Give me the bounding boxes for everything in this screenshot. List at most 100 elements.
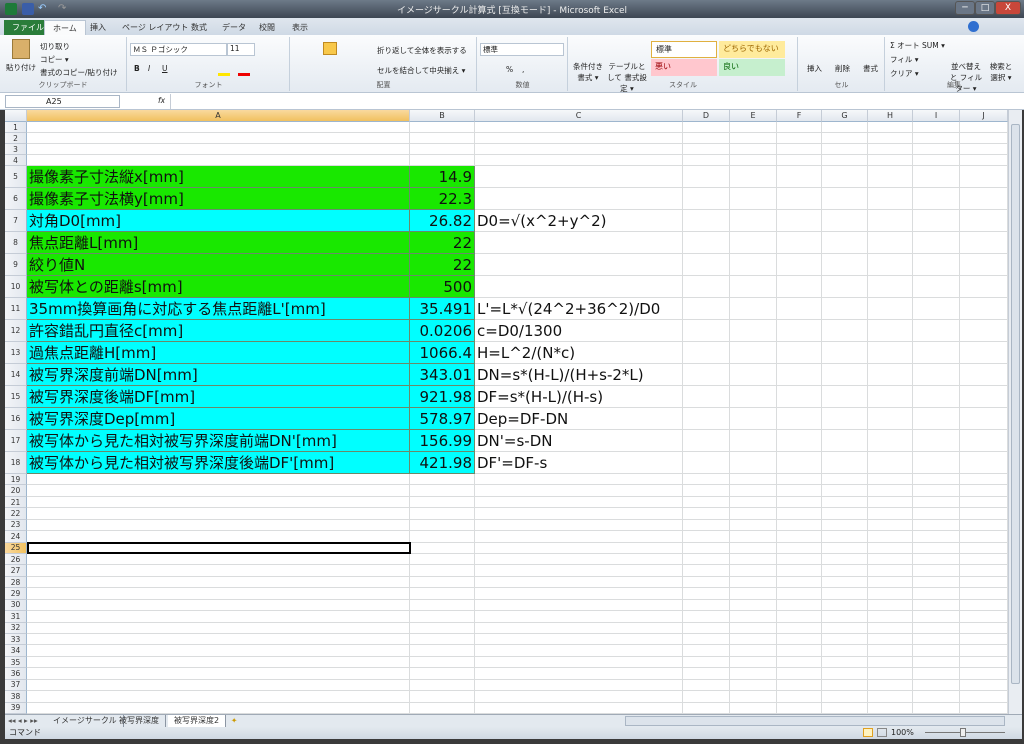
cell-J32[interactable]	[960, 622, 1008, 634]
row-header-27[interactable]: 27	[5, 565, 27, 577]
italic-button[interactable]: I	[148, 64, 150, 73]
cell-E19[interactable]	[730, 474, 777, 486]
cell-C28[interactable]	[475, 576, 683, 589]
style-good[interactable]: 良い	[719, 59, 785, 76]
row-header-5[interactable]: 5	[5, 166, 27, 188]
cell-H14[interactable]	[868, 364, 913, 386]
row-header-32[interactable]: 32	[5, 622, 27, 634]
cell-H18[interactable]	[868, 452, 913, 474]
row-header-17[interactable]: 17	[5, 430, 27, 452]
cell-D10[interactable]	[683, 276, 730, 298]
cell-G35[interactable]	[822, 656, 868, 669]
cell-I5[interactable]	[913, 166, 960, 188]
cell-F26[interactable]	[777, 554, 822, 566]
cell-D27[interactable]	[683, 565, 730, 577]
cell-F33[interactable]	[777, 634, 822, 646]
cell-J30[interactable]	[960, 599, 1008, 612]
copy-button[interactable]: コピー ▾	[40, 54, 69, 65]
cell-A1[interactable]	[27, 122, 410, 133]
cell-D36[interactable]	[683, 668, 730, 680]
cell-F23[interactable]	[777, 519, 822, 532]
bold-button[interactable]: B	[134, 64, 140, 73]
cell-G14[interactable]	[822, 364, 868, 386]
row-header-35[interactable]: 35	[5, 656, 27, 669]
cell-D1[interactable]	[683, 122, 730, 133]
cell-B17[interactable]: 156.99	[410, 430, 475, 452]
cell-F34[interactable]	[777, 645, 822, 657]
cell-C22[interactable]	[475, 508, 683, 520]
cell-H16[interactable]	[868, 408, 913, 430]
font-size-select[interactable]: 11	[227, 43, 255, 56]
cell-B31[interactable]	[410, 611, 475, 623]
cell-J21[interactable]	[960, 496, 1008, 509]
cell-C37[interactable]	[475, 679, 683, 692]
cell-D32[interactable]	[683, 622, 730, 634]
row-header-24[interactable]: 24	[5, 531, 27, 543]
tab-review[interactable]: 校閲	[251, 20, 283, 35]
cell-D26[interactable]	[683, 554, 730, 566]
cell-J4[interactable]	[960, 155, 1008, 166]
close-button[interactable]: X	[995, 1, 1021, 15]
cell-I36[interactable]	[913, 668, 960, 680]
cell-A27[interactable]	[27, 565, 410, 577]
insert-cells-button[interactable]: 挿入	[807, 63, 822, 74]
cell-H12[interactable]	[868, 320, 913, 342]
cell-D3[interactable]	[683, 144, 730, 155]
cell-D21[interactable]	[683, 496, 730, 509]
column-header-G[interactable]: G	[822, 110, 868, 122]
cell-F35[interactable]	[777, 656, 822, 669]
cell-B20[interactable]	[410, 485, 475, 497]
cell-J8[interactable]	[960, 232, 1008, 254]
cell-C39[interactable]	[475, 702, 683, 714]
selected-cell-A25[interactable]	[27, 541, 411, 554]
cell-D14[interactable]	[683, 364, 730, 386]
cell-F36[interactable]	[777, 668, 822, 680]
cell-G32[interactable]	[822, 622, 868, 634]
cell-J10[interactable]	[960, 276, 1008, 298]
cell-F22[interactable]	[777, 508, 822, 520]
row-header-14[interactable]: 14	[5, 364, 27, 386]
worksheet-grid[interactable]: A B C D E F G H I J 1 2 3 4 5 撮像素子寸法縦x[mm] 14.9 6 撮像素子寸法横y…	[5, 110, 1022, 714]
horizontal-scrollbar[interactable]	[625, 716, 1005, 726]
cell-I3[interactable]	[913, 144, 960, 155]
row-header-39[interactable]: 39	[5, 702, 27, 714]
cell-C18[interactable]: DF'=DF-s	[475, 452, 683, 474]
cell-B29[interactable]	[410, 588, 475, 600]
cell-D13[interactable]	[683, 342, 730, 364]
cell-H25[interactable]	[868, 542, 913, 554]
zoom-level[interactable]: 100%	[891, 727, 914, 739]
column-header-I[interactable]: I	[913, 110, 960, 122]
cell-C34[interactable]	[475, 645, 683, 657]
cell-G31[interactable]	[822, 611, 868, 623]
cell-H22[interactable]	[868, 508, 913, 520]
row-header-21[interactable]: 21	[5, 496, 27, 509]
cell-J14[interactable]	[960, 364, 1008, 386]
cell-A2[interactable]	[27, 133, 410, 144]
formula-input[interactable]	[170, 94, 1005, 109]
cell-B11[interactable]: 35.491	[410, 298, 475, 320]
cell-F12[interactable]	[777, 320, 822, 342]
cell-I24[interactable]	[913, 531, 960, 543]
cell-J24[interactable]	[960, 531, 1008, 543]
cell-I11[interactable]	[913, 298, 960, 320]
cell-F25[interactable]	[777, 542, 822, 554]
cell-D28[interactable]	[683, 576, 730, 589]
row-header-4[interactable]: 4	[5, 155, 27, 166]
cell-H24[interactable]	[868, 531, 913, 543]
cell-B38[interactable]	[410, 691, 475, 703]
cell-G33[interactable]	[822, 634, 868, 646]
cell-F10[interactable]	[777, 276, 822, 298]
cell-E1[interactable]	[730, 122, 777, 133]
cell-J19[interactable]	[960, 474, 1008, 486]
cell-B23[interactable]	[410, 519, 475, 532]
column-header-F[interactable]: F	[777, 110, 822, 122]
normal-view-icon[interactable]	[863, 728, 873, 737]
cell-C38[interactable]	[475, 691, 683, 703]
cell-B32[interactable]	[410, 622, 475, 634]
cell-E4[interactable]	[730, 155, 777, 166]
merge-center-button[interactable]: セルを結合して中央揃え ▾	[377, 65, 465, 76]
cell-D20[interactable]	[683, 485, 730, 497]
cell-A35[interactable]	[27, 656, 410, 669]
cell-B16[interactable]: 578.97	[410, 408, 475, 430]
cell-G34[interactable]	[822, 645, 868, 657]
